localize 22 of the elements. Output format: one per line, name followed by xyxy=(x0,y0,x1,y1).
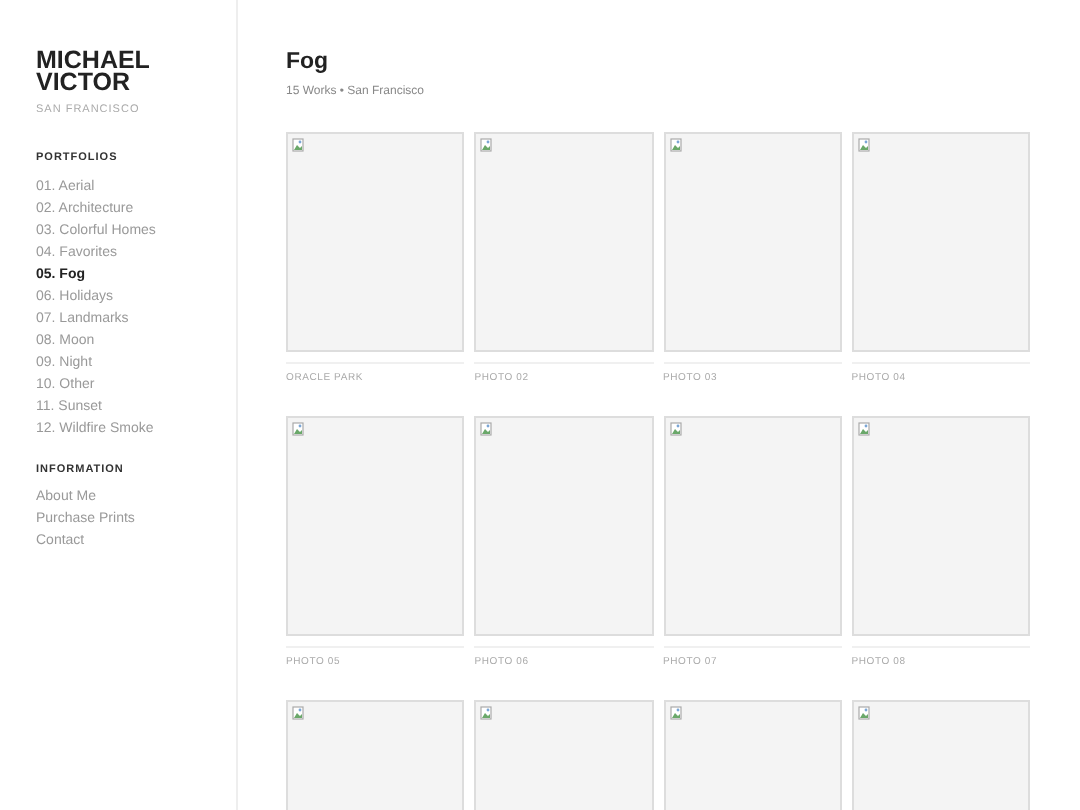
photo-placeholder[interactable] xyxy=(474,416,653,636)
photo-placeholder[interactable] xyxy=(851,132,1030,352)
broken-image-icon xyxy=(292,422,304,436)
broken-image-icon xyxy=(292,706,304,720)
photo-placeholder[interactable] xyxy=(663,416,842,636)
broken-image-icon xyxy=(669,422,681,436)
photo-placeholder[interactable] xyxy=(286,132,465,352)
broken-image-icon xyxy=(480,706,493,720)
photo-placeholder[interactable] xyxy=(663,132,842,352)
broken-image-icon xyxy=(857,138,870,152)
photo-placeholder[interactable] xyxy=(286,416,465,636)
broken-image-icon xyxy=(292,138,304,152)
photo-placeholder[interactable] xyxy=(851,416,1030,636)
broken-image-icon xyxy=(480,422,493,436)
broken-image-icon xyxy=(669,138,681,152)
photo-placeholder[interactable] xyxy=(474,132,653,352)
page-title: Fog xyxy=(286,48,331,76)
broken-image-icon xyxy=(480,138,493,152)
broken-image-icon xyxy=(857,706,870,720)
broken-image-icon xyxy=(669,706,681,720)
site-title[interactable]: MICHAEL VICTOR xyxy=(36,50,236,94)
broken-image-icon xyxy=(857,422,870,436)
